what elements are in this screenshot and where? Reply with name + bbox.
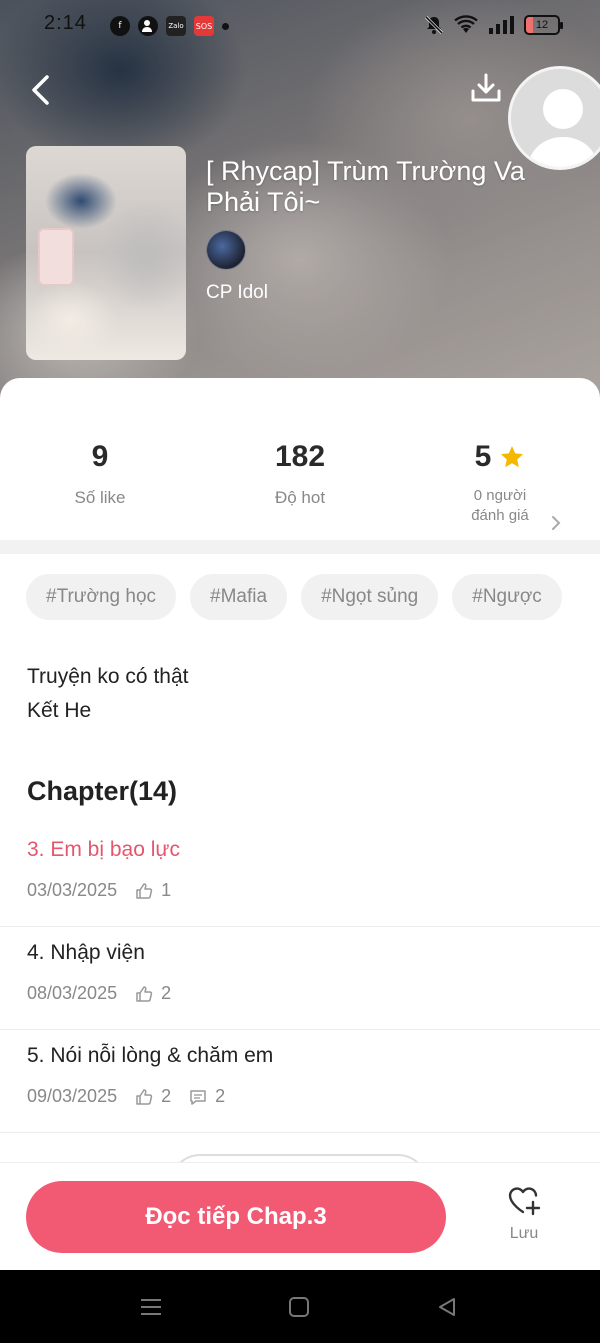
thumbs-up-icon bbox=[136, 1088, 153, 1105]
chapter-likes: 2 bbox=[135, 983, 171, 1004]
zalo-icon: Zalo bbox=[166, 16, 186, 36]
tag-chip[interactable]: #Trường học bbox=[26, 574, 177, 620]
chapter-title: 3. Em bị bạo lực bbox=[27, 838, 180, 861]
author-avatar[interactable] bbox=[206, 230, 246, 270]
thumbs-up-icon bbox=[136, 985, 153, 1002]
chapter-row[interactable]: 5. Nói nỗi lòng & chăm em 09/03/2025 2 2 bbox=[0, 1030, 600, 1133]
back-button[interactable] bbox=[22, 70, 58, 110]
hot-count: 182 bbox=[274, 440, 326, 473]
stat-likes: 9 Số like bbox=[0, 438, 200, 508]
likes-count: 9 bbox=[91, 440, 109, 473]
likes-label: Số like bbox=[74, 488, 126, 507]
like-count: 2 bbox=[161, 983, 172, 1003]
author-name[interactable]: CP Idol bbox=[206, 282, 268, 304]
chapter-date: 08/03/2025 bbox=[27, 983, 118, 1003]
system-navigation-bar bbox=[0, 1270, 600, 1343]
bottom-action-bar: Đọc tiếp Chap.3 Lưu bbox=[0, 1162, 600, 1270]
chapter-title: 5. Nói nỗi lòng & chăm em bbox=[27, 1044, 274, 1067]
menu-button[interactable] bbox=[136, 1292, 166, 1322]
stats-row: 9 Số like 182 Độ hot 5 0 người đánh giá bbox=[0, 398, 600, 538]
save-label: Lưu bbox=[509, 1225, 539, 1242]
battery-icon: 12 bbox=[524, 15, 563, 35]
rating-value: 5 bbox=[474, 440, 492, 473]
wifi-icon bbox=[454, 15, 478, 33]
silent-bell-icon bbox=[424, 15, 444, 35]
system-back-button[interactable] bbox=[432, 1292, 462, 1322]
heart-plus-icon bbox=[508, 1187, 541, 1216]
download-button[interactable] bbox=[466, 68, 506, 108]
content-sheet: 9 Số like 182 Độ hot 5 0 người đánh giá … bbox=[0, 378, 600, 1184]
chevron-left-icon bbox=[32, 75, 49, 105]
rating-label: 0 người đánh giá bbox=[400, 486, 600, 526]
cover-phone-detail bbox=[38, 228, 74, 286]
star-icon bbox=[501, 446, 524, 468]
sos-icon: SOS bbox=[194, 16, 214, 36]
story-title: [ Rhycap] Trùm Trường Va Phải Tôi~ bbox=[206, 156, 525, 217]
download-icon bbox=[471, 73, 501, 102]
like-count: 1 bbox=[161, 880, 172, 900]
save-button[interactable]: Lưu bbox=[484, 1183, 564, 1257]
story-cover-image bbox=[26, 146, 186, 360]
section-divider bbox=[0, 540, 600, 554]
rating-label-line2: đánh giá bbox=[471, 507, 529, 524]
description-line: Truyện ko có thật bbox=[27, 665, 189, 688]
chapter-date: 09/03/2025 bbox=[27, 1086, 118, 1106]
chapter-comments: 2 bbox=[189, 1086, 225, 1107]
hot-label: Độ hot bbox=[274, 488, 326, 507]
dot-icon bbox=[222, 22, 229, 30]
comment-icon bbox=[190, 1089, 206, 1105]
person-silhouette-icon bbox=[511, 69, 600, 167]
status-system-icons: 12 bbox=[424, 15, 563, 35]
chevron-right-icon[interactable] bbox=[550, 514, 562, 532]
chapter-meta: 03/03/2025 1 bbox=[27, 880, 171, 901]
comment-count: 2 bbox=[215, 1086, 226, 1106]
home-button[interactable] bbox=[284, 1292, 314, 1322]
chapter-title: 4. Nhập viện bbox=[27, 941, 145, 964]
chapter-row[interactable]: 4. Nhập viện 08/03/2025 2 bbox=[0, 927, 600, 1030]
home-icon bbox=[289, 1297, 309, 1317]
continue-reading-button[interactable]: Đọc tiếp Chap.3 bbox=[26, 1181, 446, 1253]
chapter-meta: 08/03/2025 2 bbox=[27, 983, 171, 1004]
thumbs-up-icon bbox=[136, 882, 153, 899]
rating-label-line1: 0 người bbox=[473, 487, 527, 504]
chapter-heading: Chapter(14) bbox=[27, 776, 178, 806]
status-notification-icons: f Zalo SOS bbox=[110, 16, 229, 36]
person-add-icon bbox=[138, 16, 158, 36]
back-triangle-icon bbox=[439, 1298, 455, 1316]
facebook-icon: f bbox=[110, 16, 130, 36]
rating-value-row: 5 bbox=[400, 438, 600, 476]
chapter-likes: 1 bbox=[135, 880, 171, 901]
chapter-row[interactable]: 3. Em bị bạo lực 03/03/2025 1 bbox=[0, 824, 600, 927]
tag-chip[interactable]: #Mafia bbox=[190, 574, 288, 620]
stat-hot: 182 Độ hot bbox=[200, 438, 400, 508]
tag-chip[interactable]: #Ngược bbox=[452, 574, 562, 620]
status-time: 2:14 bbox=[44, 12, 87, 34]
menu-icon bbox=[141, 1299, 161, 1315]
chapter-likes: 2 bbox=[135, 1086, 171, 1107]
description-line: Kết He bbox=[27, 699, 92, 722]
stat-rating[interactable]: 5 0 người đánh giá bbox=[400, 438, 600, 526]
chapter-meta: 09/03/2025 2 2 bbox=[27, 1086, 225, 1107]
tag-chip[interactable]: #Ngọt sủng bbox=[301, 574, 439, 620]
signal-icon bbox=[489, 16, 514, 34]
chapter-date: 03/03/2025 bbox=[27, 880, 118, 900]
like-count: 2 bbox=[161, 1086, 172, 1106]
status-bar: 2:14 f Zalo SOS 12 bbox=[0, 0, 600, 52]
tag-list: #Trường học #Mafia #Ngọt sủng #Ngược bbox=[26, 574, 562, 620]
story-description: Truyện ko có thật Kết He bbox=[27, 660, 188, 728]
